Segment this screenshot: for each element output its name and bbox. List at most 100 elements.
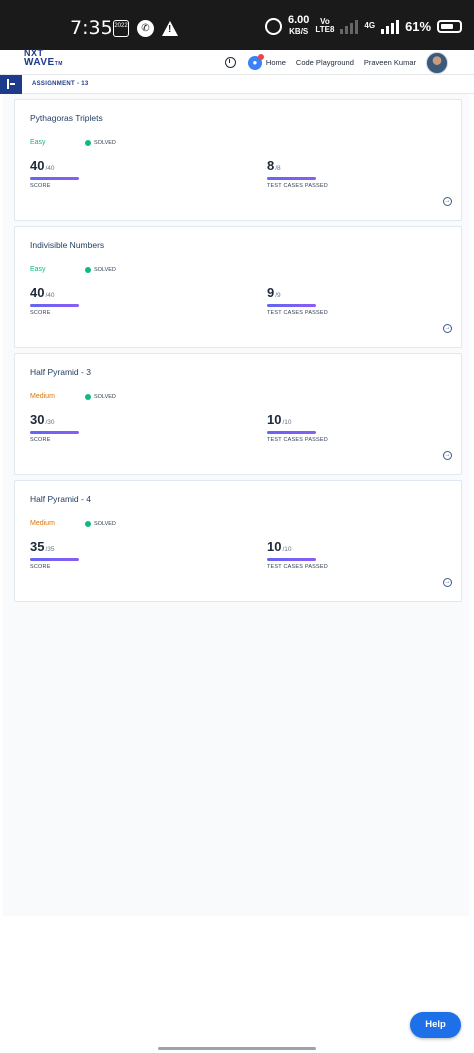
- arrow-right-circle-icon[interactable]: →: [443, 324, 452, 333]
- problem-card[interactable]: Half Pyramid - 4 Medium SOLVED 35/35 SCO…: [14, 480, 462, 602]
- problem-card[interactable]: Half Pyramid - 3 Medium SOLVED 30/30 SCO…: [14, 353, 462, 475]
- test-cases-metric: 10/10 TEST CASES PASSED: [267, 411, 328, 443]
- test-cases-metric: 9/9 TEST CASES PASSED: [267, 284, 328, 316]
- status-dot-icon: [85, 394, 91, 400]
- score-metric: 30/30 SCORE: [30, 411, 79, 443]
- network-type: 4G: [364, 21, 376, 30]
- logo-line2: WAVE: [24, 57, 55, 68]
- logo-tm: TM: [54, 61, 63, 67]
- nav-user-name[interactable]: Praveen Kumar: [364, 58, 416, 67]
- score-metric: 40/40 SCORE: [30, 157, 79, 189]
- sub-header: ASSIGNMENT - 13: [0, 75, 474, 94]
- tests-progress-bar: [267, 304, 316, 307]
- tests-max: /8: [275, 165, 281, 172]
- status-text: SOLVED: [94, 394, 116, 400]
- arrow-right-circle-icon[interactable]: →: [443, 197, 452, 206]
- problem-title: Pythagoras Triplets: [30, 113, 103, 123]
- difficulty-label: Easy: [30, 266, 46, 273]
- sidebar-toggle-button[interactable]: [0, 75, 22, 94]
- score-progress-bar: [30, 558, 79, 561]
- score-max: /35: [45, 546, 55, 553]
- status-text: SOLVED: [94, 140, 116, 146]
- stopwatch-icon[interactable]: [224, 57, 236, 68]
- tests-label: TEST CASES PASSED: [267, 183, 328, 189]
- test-cases-metric: 10/10 TEST CASES PASSED: [267, 538, 328, 570]
- score-value: 40: [30, 158, 45, 173]
- tests-label: TEST CASES PASSED: [267, 310, 328, 316]
- sidebar-toggle-icon: [7, 79, 9, 89]
- signal-weak-icon: [340, 18, 359, 34]
- status-text: SOLVED: [94, 521, 116, 527]
- tests-max: /9: [275, 292, 281, 299]
- arrow-right-circle-icon[interactable]: →: [443, 578, 452, 587]
- status-dot-icon: [85, 267, 91, 273]
- score-label: SCORE: [30, 183, 51, 189]
- breadcrumb: ASSIGNMENT - 13: [32, 81, 89, 87]
- tests-value: 8: [267, 158, 275, 173]
- arrow-right-circle-icon[interactable]: →: [443, 451, 452, 460]
- score-progress-bar: [30, 431, 79, 434]
- score-max: /40: [45, 292, 55, 299]
- network-speed-unit: KB/S: [289, 27, 309, 36]
- notification-icons: 2022 ✆ !: [113, 20, 178, 37]
- status-dot-icon: [85, 140, 91, 146]
- tests-value: 10: [267, 412, 282, 427]
- alarm-icon: [265, 17, 282, 35]
- tests-label: TEST CASES PASSED: [267, 437, 328, 443]
- status-badge: SOLVED: [85, 267, 116, 273]
- score-progress-bar: [30, 177, 79, 180]
- battery-percent: 61%: [405, 18, 432, 34]
- tests-max: /10: [282, 419, 292, 426]
- difficulty-label: Medium: [30, 520, 55, 527]
- test-cases-metric: 8/8 TEST CASES PASSED: [267, 157, 328, 189]
- tests-progress-bar: [267, 177, 316, 180]
- nxtwave-logo[interactable]: NXT WAVETM: [24, 49, 63, 69]
- score-metric: 35/35 SCORE: [30, 538, 79, 570]
- volte-bottom: LTE8: [315, 25, 335, 34]
- problem-title: Half Pyramid - 3: [30, 367, 91, 377]
- assignment-content: Pythagoras Triplets Easy SOLVED 40/40 SC…: [3, 94, 469, 916]
- problem-title: Indivisible Numbers: [30, 240, 105, 250]
- notification-dot: [257, 53, 264, 60]
- warning-icon: !: [162, 21, 178, 36]
- status-badge: SOLVED: [85, 394, 116, 400]
- score-max: /40: [45, 165, 55, 172]
- score-label: SCORE: [30, 310, 51, 316]
- network-speed: 6.00 KB/S: [288, 14, 310, 37]
- top-nav: ● Home Code Playground Praveen Kumar: [224, 50, 474, 75]
- battery-icon: [437, 19, 463, 33]
- app-header: NXT WAVETM ● Home Code Playground Pravee…: [0, 49, 474, 75]
- difficulty-label: Easy: [30, 139, 46, 146]
- phone-icon: ✆: [137, 20, 154, 37]
- system-icons: 6.00 KB/S Vo LTE8 4G 61%: [265, 14, 463, 37]
- avatar[interactable]: [426, 51, 448, 74]
- score-max: /30: [45, 419, 55, 426]
- status-text: SOLVED: [94, 267, 116, 273]
- score-label: SCORE: [30, 437, 51, 443]
- volte-icon: Vo LTE8: [315, 18, 334, 34]
- network-speed-value: 6.00: [288, 14, 310, 26]
- android-status-bar: 7:35 2022 ✆ ! 6.00 KB/S Vo LTE8 4G 61%: [0, 0, 474, 50]
- score-progress-bar: [30, 304, 79, 307]
- score-label: SCORE: [30, 564, 51, 570]
- gesture-navigation-bar[interactable]: [158, 1047, 316, 1050]
- status-dot-icon: [85, 521, 91, 527]
- tests-value: 10: [267, 539, 282, 554]
- tests-value: 9: [267, 285, 275, 300]
- chat-icon[interactable]: ●: [247, 53, 264, 70]
- help-button[interactable]: Help: [410, 1012, 461, 1038]
- tests-progress-bar: [267, 431, 316, 434]
- tests-progress-bar: [267, 558, 316, 561]
- score-value: 40: [30, 285, 45, 300]
- problem-card[interactable]: Pythagoras Triplets Easy SOLVED 40/40 SC…: [14, 99, 462, 221]
- signal-strong-icon: [381, 18, 400, 34]
- nav-code-playground[interactable]: Code Playground: [296, 58, 354, 67]
- score-value: 35: [30, 539, 45, 554]
- difficulty-label: Medium: [30, 393, 55, 400]
- nav-home[interactable]: Home: [266, 58, 286, 67]
- calendar-icon: 2022: [113, 20, 129, 37]
- tests-label: TEST CASES PASSED: [267, 564, 328, 570]
- problem-card[interactable]: Indivisible Numbers Easy SOLVED 40/40 SC…: [14, 226, 462, 348]
- status-badge: SOLVED: [85, 140, 116, 146]
- problem-title: Half Pyramid - 4: [30, 494, 91, 504]
